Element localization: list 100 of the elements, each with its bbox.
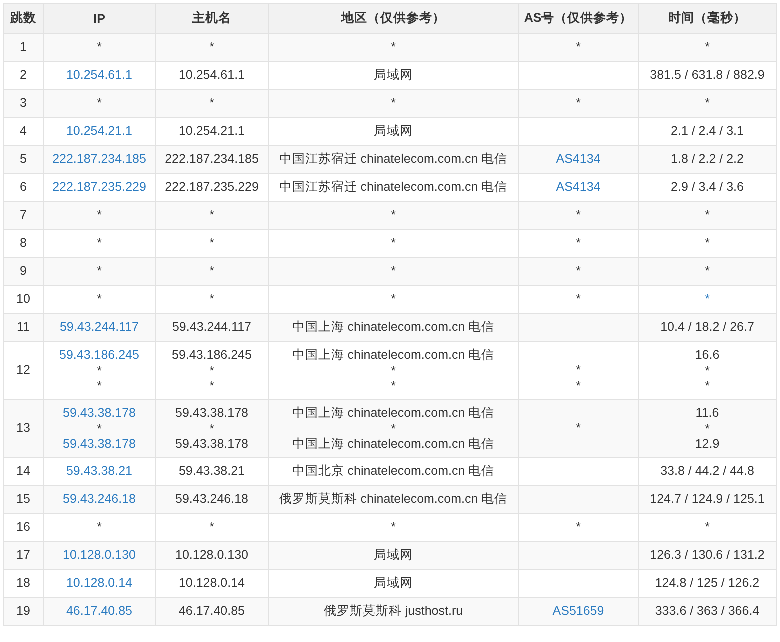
hop-cell: 19 (16, 603, 30, 620)
ip-cell: * (97, 291, 102, 308)
time-link[interactable]: * (705, 291, 710, 308)
column-header: 主机名 (156, 4, 268, 34)
ip-cell: * (97, 235, 102, 252)
column-header: AS号（仅供参考） (518, 4, 638, 34)
time-cell: * (705, 263, 710, 280)
hop-cell: 8 (20, 235, 27, 252)
hostname-cell: 59.43.186.245 (172, 347, 252, 364)
region-cell: 局域网 (374, 67, 413, 84)
ip-cell: * (97, 379, 102, 394)
region-cell: * (391, 519, 396, 536)
as-cell: * (576, 362, 581, 379)
time-cell: * (705, 235, 710, 252)
ip-link[interactable]: 59.43.186.245 (60, 347, 140, 364)
time-cell: 124.7 / 124.9 / 125.1 (650, 491, 765, 508)
region-cell: * (391, 95, 396, 112)
hostname-cell: 59.43.38.21 (178, 463, 246, 480)
time-cell: * (705, 207, 710, 224)
hop-cell: 13 (16, 420, 30, 437)
hop-cell: 12 (16, 362, 30, 379)
time-cell: * (705, 39, 710, 56)
hostname-cell: 10.254.61.1 (178, 67, 246, 84)
time-cell: 124.8 / 125 / 126.2 (655, 575, 760, 592)
hostname-cell: 59.43.38.178 (176, 437, 248, 452)
ip-cell: * (97, 207, 102, 224)
hop-cell: 7 (20, 207, 27, 224)
region-cell: 中国北京 chinatelecom.com.cn 电信 (292, 463, 495, 480)
hostname-cell: * (210, 379, 214, 394)
time-cell: 333.6 / 363 / 366.4 (655, 603, 760, 620)
hostname-cell: 59.43.38.178 (176, 405, 248, 422)
region-cell: 中国上海 chinatelecom.com.cn 电信 (292, 319, 495, 336)
region-cell: * (391, 235, 396, 252)
region-cell: 俄罗斯莫斯科 justhost.ru (324, 603, 464, 620)
ip-link[interactable]: 59.43.38.178 (63, 437, 136, 452)
as-cell: * (576, 235, 581, 252)
hostname-cell: * (210, 422, 214, 437)
time-cell: * (705, 519, 710, 536)
region-cell: 局域网 (374, 123, 413, 140)
region-cell: * (391, 39, 396, 56)
hop-cell: 2 (20, 67, 27, 84)
region-cell: * (391, 291, 396, 308)
region-cell: * (391, 207, 396, 224)
hop-cell: 15 (16, 491, 30, 508)
ip-cell: * (97, 39, 102, 56)
region-cell: * (391, 364, 396, 379)
as-cell: * (576, 420, 581, 437)
as-cell: * (576, 207, 581, 224)
ip-cell: * (97, 422, 102, 437)
column-header: 跳数 (4, 4, 44, 34)
time-cell: 2.9 / 3.4 / 3.6 (671, 179, 744, 196)
hop-cell: 18 (16, 575, 30, 592)
hop-cell: 6 (20, 179, 27, 196)
time-cell: 381.5 / 631.8 / 882.9 (650, 67, 765, 84)
hop-cell: 5 (20, 151, 27, 168)
time-cell: 16.6 (695, 347, 720, 364)
ip-cell: * (97, 263, 102, 280)
hostname-cell: 10.128.0.14 (178, 575, 246, 592)
time-cell: 126.3 / 130.6 / 131.2 (650, 547, 765, 564)
region-cell: 俄罗斯莫斯科 chinatelecom.com.cn 电信 (279, 491, 508, 508)
hostname-cell: * (210, 364, 214, 379)
time-cell: 1.8 / 2.2 / 2.2 (671, 151, 744, 168)
column-header: 地区（仅供参考） (268, 4, 518, 34)
hop-cell: 14 (16, 463, 30, 480)
hop-cell: 9 (20, 263, 27, 280)
hostname-cell: * (210, 95, 214, 112)
hop-cell: 16 (16, 519, 30, 536)
hostname-cell: 222.187.234.185 (165, 151, 259, 168)
time-cell: 2.1 / 2.4 / 3.1 (671, 123, 744, 140)
hostname-cell: 46.17.40.85 (178, 603, 246, 620)
hop-cell: 17 (16, 547, 30, 564)
hostname-cell: * (210, 235, 214, 252)
region-cell: 中国上海 chinatelecom.com.cn 电信 (292, 347, 495, 364)
hostname-cell: * (210, 291, 214, 308)
hop-cell: 4 (20, 123, 27, 140)
time-cell: 12.9 (695, 437, 720, 452)
as-cell: * (576, 379, 581, 394)
region-cell: 中国上海 chinatelecom.com.cn 电信 (292, 437, 495, 452)
hostname-cell: * (210, 519, 214, 536)
ip-link[interactable]: 59.43.38.178 (63, 405, 136, 422)
region-cell: * (391, 379, 396, 394)
ip-cell: * (97, 519, 102, 536)
time-cell: 11.6 (696, 405, 720, 422)
hostname-cell: 59.43.244.117 (172, 319, 252, 336)
as-cell: * (576, 519, 581, 536)
hostname-cell: * (210, 263, 214, 280)
as-cell: * (576, 39, 581, 56)
region-cell: * (391, 263, 396, 280)
ip-cell: * (97, 95, 102, 112)
column-header: 时间（毫秒） (638, 4, 776, 34)
region-cell: 中国江苏宿迁 chinatelecom.com.cn 电信 (279, 179, 508, 196)
region-cell: 局域网 (374, 575, 413, 592)
time-cell: 10.4 / 18.2 / 26.7 (660, 319, 754, 336)
hop-cell: 11 (17, 319, 30, 336)
hop-cell: 1 (20, 39, 27, 56)
hop-cell: 3 (20, 95, 27, 112)
time-cell: * (705, 364, 710, 379)
ip-cell: * (97, 364, 102, 379)
region-cell: * (391, 422, 396, 437)
hostname-cell: 59.43.246.18 (176, 491, 248, 508)
